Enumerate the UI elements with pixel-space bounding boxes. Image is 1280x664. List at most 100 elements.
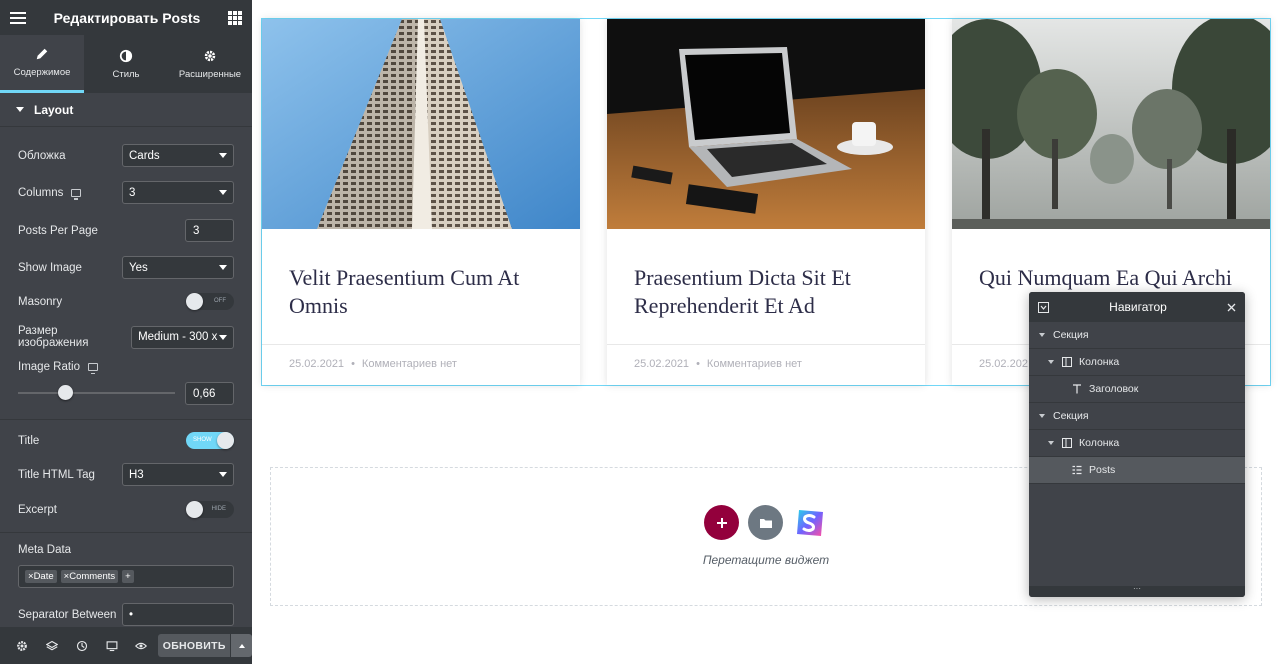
close-icon[interactable] (1227, 303, 1236, 312)
post-comments[interactable]: Комментариев нет (707, 358, 802, 370)
control-masonry-label: Masonry (18, 295, 63, 308)
desktop-icon[interactable] (88, 363, 99, 374)
control-separator-label: Separator Between (18, 608, 117, 621)
meta-tag-comments[interactable]: × Comments (60, 570, 119, 583)
post-title[interactable]: Praesentium Dicta Sit Et Reprehenderit E… (634, 264, 905, 320)
collapse-all-icon[interactable] (1038, 301, 1049, 313)
post-meta: 25.02.2021 • Комментариев нет (607, 344, 925, 370)
divider (0, 419, 252, 420)
control-separator: Separator Between • (18, 603, 234, 626)
image-ratio-input[interactable]: 0,66 (185, 382, 234, 405)
separator-input[interactable]: • (122, 603, 234, 626)
responsive-mode-button[interactable] (97, 627, 127, 664)
post-title[interactable]: Velit Praesentium Cum At Omnis (289, 264, 560, 320)
history-icon (76, 640, 87, 651)
image-ratio-slider-track[interactable] (18, 392, 175, 394)
caret-down-icon (219, 265, 227, 270)
control-excerpt-label: Excerpt (18, 503, 57, 516)
title-tag-select[interactable]: H3 (122, 463, 234, 486)
switch-knob (217, 432, 234, 449)
control-posts-per-page-label: Posts Per Page (18, 224, 98, 237)
navigator-item-label: Posts (1089, 464, 1116, 476)
post-card[interactable]: Velit Praesentium Cum At Omnis 25.02.202… (262, 19, 580, 385)
control-image-size-label: Размер изображения (18, 325, 89, 349)
navigator-title: Навигатор (1109, 300, 1167, 314)
control-meta-data: Meta Data (18, 544, 234, 556)
navigator-header[interactable]: Навигатор (1029, 292, 1245, 322)
skin-select[interactable]: Cards (122, 144, 234, 167)
navigator-item-column[interactable]: Колонка (1029, 349, 1245, 376)
widgets-grid-icon[interactable] (228, 10, 242, 25)
menu-icon[interactable] (10, 11, 26, 24)
tab-style-label: Стиль (112, 68, 140, 80)
posts-per-page-input[interactable]: 3 (185, 219, 234, 242)
caret-up-icon (238, 643, 245, 648)
navigator-item-label: Заголовок (1089, 383, 1139, 395)
image-ratio-slider-handle[interactable] (58, 385, 74, 400)
caret-down-icon[interactable] (1039, 333, 1045, 337)
add-section-button[interactable] (704, 505, 739, 540)
post-title[interactable]: Qui Numquam Ea Qui Archi (979, 264, 1250, 292)
control-skin-label: Обложка (18, 149, 66, 162)
divider (0, 532, 252, 533)
separator-input-value: • (129, 608, 134, 621)
caret-down-icon[interactable] (1039, 414, 1045, 418)
history-button[interactable] (67, 627, 97, 664)
navigator-item-section[interactable]: Секция (1029, 322, 1245, 349)
control-image-size: Размер изображения Medium - 300 x 3 (18, 325, 234, 349)
meta-tag-label: Comments (69, 571, 116, 582)
s-logo-icon (796, 509, 823, 536)
preview-button[interactable] (127, 627, 157, 664)
navigator-resize-handle[interactable]: ··· (1029, 585, 1245, 597)
post-image[interactable] (262, 19, 580, 229)
save-options-button[interactable] (231, 634, 252, 657)
caret-down-icon (219, 153, 227, 158)
post-image[interactable] (952, 19, 1270, 229)
show-image-select[interactable]: Yes (122, 256, 234, 279)
control-image-ratio: Image Ratio (18, 361, 234, 374)
navigator-item-posts[interactable]: Posts (1029, 457, 1245, 484)
panel-footer: ОБНОВИТЬ (0, 627, 252, 664)
tab-content[interactable]: Содержимое (0, 35, 84, 93)
title-switch[interactable]: SHOW (186, 432, 234, 449)
control-show-image: Show Image Yes (18, 256, 234, 279)
caret-down-icon[interactable] (1048, 360, 1054, 364)
section-layout-toggle[interactable]: Layout (0, 93, 252, 127)
show-image-select-value: Yes (129, 261, 148, 274)
navigator-button[interactable] (37, 627, 67, 664)
tab-style[interactable]: Стиль (84, 35, 168, 93)
add-template-button[interactable] (748, 505, 783, 540)
post-date: 25.02.2021 (289, 358, 345, 370)
tab-advanced[interactable]: Расширенные (168, 35, 252, 93)
control-columns-label: Columns (18, 186, 64, 199)
panel-header: Редактировать Posts (0, 0, 252, 35)
control-posts-per-page: Posts Per Page 3 (18, 219, 234, 242)
control-columns: Columns 3 (18, 181, 234, 204)
post-comments[interactable]: Комментариев нет (362, 358, 457, 370)
columns-select[interactable]: 3 (122, 181, 234, 204)
update-button[interactable]: ОБНОВИТЬ (158, 634, 231, 657)
meta-separator: • (351, 358, 355, 370)
control-title-tag: Title HTML Tag H3 (18, 463, 234, 486)
half-circle-icon (119, 49, 133, 62)
meta-tag-date[interactable]: × Date (25, 570, 57, 583)
post-card[interactable]: Praesentium Dicta Sit Et Reprehenderit E… (607, 19, 925, 385)
navigator-item-column[interactable]: Колонка (1029, 430, 1245, 457)
image-size-select[interactable]: Medium - 300 x 3 (131, 325, 234, 349)
settings-button[interactable] (7, 627, 37, 664)
navigator-item-heading[interactable]: Заголовок (1029, 376, 1245, 403)
excerpt-switch[interactable]: HIDE (186, 501, 234, 518)
template-kit-button[interactable] (792, 505, 827, 540)
section-layout-title: Layout (34, 102, 74, 117)
post-image[interactable] (607, 19, 925, 229)
switch-knob (186, 293, 203, 310)
meta-data-tags-input[interactable]: × Date × Comments + (18, 565, 234, 588)
caret-down-icon[interactable] (1048, 441, 1054, 445)
posts-icon (1072, 465, 1082, 475)
switch-text: SHOW (193, 437, 212, 443)
masonry-switch[interactable]: OFF (186, 293, 234, 310)
navigator-item-section[interactable]: Секция (1029, 403, 1245, 430)
desktop-icon[interactable] (71, 188, 82, 200)
plus-icon (716, 517, 727, 528)
add-meta-tag-button[interactable]: + (122, 570, 134, 583)
